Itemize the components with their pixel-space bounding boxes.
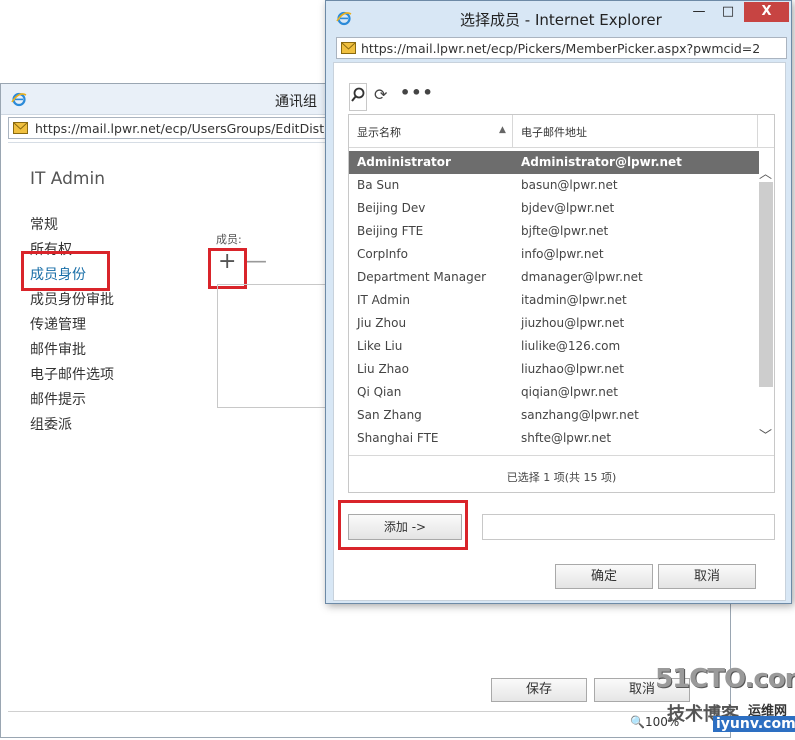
table-row[interactable]: Beijing Dev bjdev@lpwr.net	[349, 197, 759, 220]
member-picker-window: 选择成员 - Internet Explorer — □ X https://m…	[325, 0, 792, 604]
back-address-url: https://mail.lpwr.net/ecp/UsersGroups/Ed…	[35, 121, 349, 136]
table-row[interactable]: CorpInfo info@lpwr.net	[349, 243, 759, 266]
back-window-title: 通讯组	[275, 94, 317, 110]
search-icon[interactable]	[349, 83, 367, 111]
grid-header: 显示名称 ▲ 电子邮件地址	[349, 115, 774, 148]
minus-icon[interactable]: —	[245, 251, 267, 273]
selected-members-field[interactable]	[482, 514, 775, 540]
save-button[interactable]: 保存	[491, 678, 587, 702]
nav-item-membership-approval[interactable]: 成员身份审批	[30, 289, 114, 309]
close-button[interactable]: X	[744, 2, 789, 22]
scroll-up-icon[interactable]: ︿	[759, 163, 772, 182]
table-row[interactable]: Jiu Zhou jiuzhou@lpwr.net	[349, 312, 759, 335]
refresh-icon[interactable]: ⟳	[374, 85, 387, 104]
group-heading: IT Admin	[30, 169, 105, 189]
member-grid: 显示名称 ▲ 电子邮件地址 Administrator Administrator…	[348, 114, 775, 493]
envelope-icon	[13, 122, 28, 134]
table-row[interactable]: Ba Sun basun@lpwr.net	[349, 174, 759, 197]
watermark-iyunv: iyunv.com	[713, 716, 795, 732]
nav-item-delivery-management[interactable]: 传递管理	[30, 314, 86, 334]
scrollbar-thumb[interactable]	[759, 182, 773, 387]
nav-item-general[interactable]: 常规	[30, 214, 58, 234]
front-title-bar: 选择成员 - Internet Explorer — □ X	[326, 1, 791, 34]
nav-item-group-delegation[interactable]: 组委派	[30, 414, 72, 434]
highlight-add-button	[338, 500, 468, 550]
table-row[interactable]: Qi Qian qiqian@lpwr.net	[349, 381, 759, 404]
table-row[interactable]: Shanghai FTE shfte@lpwr.net	[349, 427, 759, 450]
column-separator	[757, 115, 758, 147]
nav-item-message-approval[interactable]: 邮件审批	[30, 339, 86, 359]
table-row[interactable]: Beijing FTE bjfte@lpwr.net	[349, 220, 759, 243]
table-row[interactable]: Department Manager dmanager@lpwr.net	[349, 266, 759, 289]
nav-item-email-options[interactable]: 电子邮件选项	[30, 364, 114, 384]
column-header-email[interactable]: 电子邮件地址	[521, 124, 587, 140]
zoom-icon: 🔍	[630, 715, 645, 729]
envelope-icon	[341, 42, 356, 54]
status-bar: 🔍100%	[8, 711, 728, 734]
maximize-button[interactable]: □	[715, 2, 741, 22]
table-row[interactable]: IT Admin itadmin@lpwr.net	[349, 289, 759, 312]
ie-logo-icon	[11, 91, 27, 107]
front-address-url: https://mail.lpwr.net/ecp/Pickers/Member…	[361, 41, 761, 56]
ok-button[interactable]: 确定	[555, 564, 653, 589]
table-row[interactable]: Liu Zhao liuzhao@lpwr.net	[349, 358, 759, 381]
front-address-bar[interactable]: https://mail.lpwr.net/ecp/Pickers/Member…	[336, 37, 787, 59]
ie-logo-icon	[336, 10, 352, 26]
scroll-down-icon[interactable]: ﹀	[759, 425, 772, 444]
front-window-title: 选择成员 - Internet Explorer	[460, 11, 662, 29]
sort-ascending-icon: ▲	[499, 125, 506, 135]
selection-count: 已选择 1 项(共 15 项)	[506, 471, 617, 484]
highlight-add-member	[208, 248, 247, 289]
table-row[interactable]: Administrator Administrator@lpwr.net	[349, 151, 759, 174]
minimize-button[interactable]: —	[686, 2, 712, 22]
highlight-membership	[21, 251, 110, 291]
watermark-51cto: 51CTO.com	[655, 664, 795, 694]
nav-item-mail-tip[interactable]: 邮件提示	[30, 389, 86, 409]
grid-footer: 已选择 1 项(共 15 项)	[349, 455, 774, 493]
picker-body: ⟳ ••• 显示名称 ▲ 电子邮件地址 Administrator Adminis…	[333, 62, 786, 601]
table-row[interactable]: San Zhang sanzhang@lpwr.net	[349, 404, 759, 427]
column-separator	[512, 115, 513, 147]
table-row[interactable]: Like Liu liulike@126.com	[349, 335, 759, 358]
members-list[interactable]	[217, 284, 337, 408]
cancel-button[interactable]: 取消	[658, 564, 756, 589]
more-button[interactable]: •••	[400, 83, 434, 102]
members-label: 成员:	[216, 233, 242, 246]
column-header-name[interactable]: 显示名称	[357, 124, 401, 140]
